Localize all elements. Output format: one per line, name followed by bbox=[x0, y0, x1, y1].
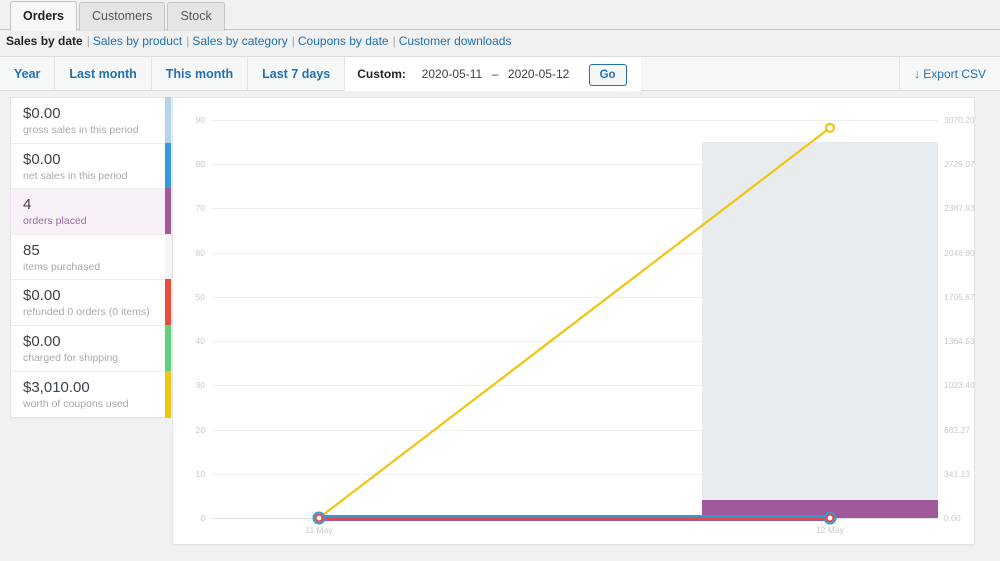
custom-range-group: Custom: – Go bbox=[345, 57, 641, 91]
stat-accent-bar bbox=[165, 233, 171, 281]
download-icon: ↓ bbox=[914, 67, 921, 81]
custom-range-label: Custom: bbox=[357, 67, 406, 81]
date-from-input[interactable] bbox=[415, 67, 488, 81]
stat-description: items purchased bbox=[23, 260, 101, 273]
report-type-tabs: Orders Customers Stock bbox=[0, 0, 1000, 31]
subnav-sales-by-category[interactable]: Sales by category bbox=[192, 34, 287, 48]
x-axis-tick: 12 May bbox=[816, 525, 844, 535]
date-range-separator: – bbox=[491, 67, 499, 81]
filter-year[interactable]: Year bbox=[0, 57, 56, 91]
subnav-sales-by-product[interactable]: Sales by product bbox=[93, 34, 182, 48]
stat-description: net sales in this period bbox=[23, 169, 128, 182]
export-csv-label: Export CSV bbox=[923, 67, 986, 81]
stat-items-purchased[interactable]: 85 items purchased bbox=[11, 233, 171, 281]
subnav-separator: | bbox=[291, 34, 295, 48]
stat-accent-bar bbox=[165, 188, 171, 235]
stat-accent-bar bbox=[165, 279, 171, 326]
stat-description: gross sales in this period bbox=[23, 124, 139, 136]
stat-description: charged for shipping bbox=[23, 351, 119, 364]
sales-chart-plot[interactable]: 0 0.00 10 341.13 20 682.27 30 1023.40 40 1364.53 5… bbox=[173, 98, 976, 546]
report-body: $0.00 gross sales in this period $0.00 n… bbox=[0, 92, 1000, 561]
date-to-input[interactable] bbox=[502, 67, 575, 81]
stat-description: orders placed bbox=[23, 215, 87, 228]
export-csv-button[interactable]: ↓ Export CSV bbox=[899, 57, 986, 91]
stat-gross-sales[interactable]: $0.00 gross sales in this period bbox=[11, 97, 171, 144]
stat-value: $0.00 bbox=[23, 105, 61, 122]
stat-value: 85 bbox=[23, 241, 40, 259]
subnav-separator: | bbox=[392, 34, 396, 48]
filter-last-7-days[interactable]: Last 7 days bbox=[248, 57, 346, 91]
subnav-customer-downloads[interactable]: Customer downloads bbox=[399, 34, 512, 48]
stat-description: worth of coupons used bbox=[23, 397, 129, 410]
stat-value: $0.00 bbox=[23, 150, 61, 168]
summary-stats-list: $0.00 gross sales in this period $0.00 n… bbox=[10, 97, 171, 419]
stat-net-sales[interactable]: $0.00 net sales in this period bbox=[11, 142, 171, 190]
stat-coupons[interactable]: $3,010.00 worth of coupons used bbox=[11, 370, 171, 419]
date-filter-bar: Year Last month This month Last 7 days Custo… bbox=[0, 56, 1000, 91]
tab-stock[interactable]: Stock bbox=[167, 2, 225, 31]
stat-accent-bar bbox=[165, 370, 171, 419]
x-axis-tick: 11 May bbox=[305, 525, 333, 535]
stat-accent-bar bbox=[165, 324, 171, 372]
stat-description: refunded 0 orders (0 items) bbox=[23, 306, 150, 319]
subnav-separator: | bbox=[86, 34, 90, 48]
filter-last-month[interactable]: Last month bbox=[55, 57, 152, 91]
tab-customers[interactable]: Customers bbox=[79, 2, 166, 31]
stat-value: $3,010.00 bbox=[23, 378, 90, 396]
filter-this-month[interactable]: This month bbox=[152, 57, 249, 91]
stat-shipping[interactable]: $0.00 charged for shipping bbox=[11, 324, 171, 372]
report-subnav: Sales by date | Sales by product | Sales by … bbox=[6, 34, 511, 48]
tab-orders[interactable]: Orders bbox=[10, 1, 77, 31]
stat-value: 4 bbox=[23, 196, 32, 214]
chart-lines bbox=[312, 122, 837, 525]
go-button[interactable]: Go bbox=[588, 63, 627, 86]
stat-orders-placed[interactable]: 4 orders placed bbox=[11, 188, 171, 235]
stat-refunded[interactable]: $0.00 refunded 0 orders (0 items) bbox=[11, 279, 171, 326]
subnav-coupons-by-date[interactable]: Coupons by date bbox=[298, 34, 389, 48]
stat-value: $0.00 bbox=[23, 287, 61, 305]
stat-accent-bar bbox=[165, 97, 171, 144]
reports-page: Orders Customers Stock Sales by date | Sales… bbox=[0, 0, 1000, 561]
sales-chart-panel: 0 0.00 10 341.13 20 682.27 30 1023.40 40 1364.53 5… bbox=[172, 97, 975, 545]
stat-accent-bar bbox=[165, 142, 171, 190]
stat-value: $0.00 bbox=[23, 332, 61, 350]
subnav-separator: | bbox=[186, 34, 190, 48]
subnav-sales-by-date[interactable]: Sales by date bbox=[6, 34, 83, 48]
